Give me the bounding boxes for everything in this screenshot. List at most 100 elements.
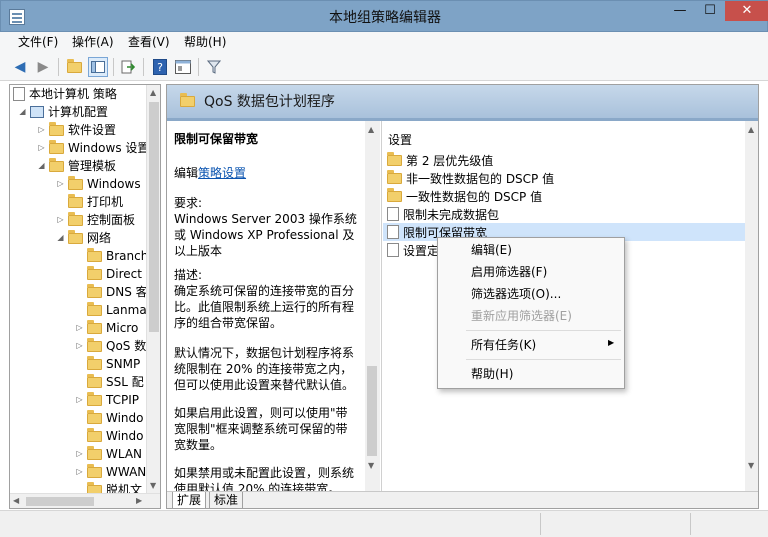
menu-item-filter-options[interactable]: 筛选器选项(O)... [471, 286, 561, 302]
folder-icon [87, 409, 102, 424]
list-item-folder[interactable]: 非一致性数据包的 DSCP 值 [383, 169, 758, 187]
list-item-setting[interactable]: 限制未完成数据包 [383, 205, 758, 223]
folder-icon [387, 151, 402, 166]
list-scrollbar[interactable]: ▲ ▼ [745, 121, 758, 491]
up-folder-icon[interactable] [64, 57, 84, 77]
list-item-folder[interactable]: 一致性数据包的 DSCP 值 [383, 187, 758, 205]
collapsed-arrow-icon[interactable]: ▷ [75, 391, 84, 409]
scroll-up-arrow-icon[interactable]: ▲ [150, 88, 156, 97]
tree-item-computer-config[interactable]: ◢ 计算机配置 [18, 103, 108, 121]
minimize-button[interactable]: — [665, 1, 695, 21]
tree-item-network-child[interactable]: Windo [87, 427, 144, 445]
collapsed-arrow-icon[interactable]: ▷ [75, 337, 84, 355]
scroll-down-arrow-icon[interactable]: ▼ [748, 461, 754, 470]
close-button[interactable]: ✕ [725, 1, 768, 21]
forward-arrow-icon[interactable]: ▶ [33, 57, 53, 77]
collapsed-arrow-icon[interactable]: ▷ [56, 211, 65, 229]
tree-item-printers[interactable]: 打印机 [68, 193, 123, 211]
collapsed-arrow-icon[interactable]: ▷ [75, 463, 84, 481]
tree-item-network-child[interactable]: Windo [87, 409, 144, 427]
tree-item-software-settings[interactable]: ▷ 软件设置 [37, 121, 116, 139]
scroll-up-arrow-icon[interactable]: ▲ [748, 125, 754, 134]
tree-item-network-child[interactable]: Branch [87, 247, 148, 265]
tree-item-control-panel[interactable]: ▷ 控制面板 [56, 211, 135, 229]
folder-icon [87, 445, 102, 460]
tree-item-network-child[interactable]: ▷ Micro [75, 319, 138, 337]
title-bar: 本地组策略编辑器 — ☐ ✕ [0, 0, 768, 32]
tree-item-admin-templates[interactable]: ◢ 管理模板 [37, 157, 116, 175]
menu-item-all-tasks[interactable]: 所有任务(K) [471, 337, 536, 353]
tree-item-network-child[interactable]: SNMP [87, 355, 140, 373]
tree-item-network-child[interactable]: ▷ TCPIP [75, 391, 139, 409]
scroll-up-arrow-icon[interactable]: ▲ [368, 125, 374, 134]
description-paragraph: 默认情况下，数据包计划程序将系统限制在 20% 的连接带宽之内，但可以使用此设置… [174, 346, 355, 392]
description-scrollbar[interactable]: ▲ ▼ [365, 121, 380, 491]
collapsed-arrow-icon[interactable]: ▷ [75, 319, 84, 337]
scroll-thumb[interactable] [149, 102, 159, 332]
tree-item-local-policy[interactable]: 本地计算机 策略 [13, 85, 117, 103]
back-arrow-icon[interactable]: ◀ [10, 57, 30, 77]
scroll-right-arrow-icon[interactable]: ▶ [136, 496, 142, 505]
show-tree-icon[interactable] [88, 57, 108, 77]
folder-icon [87, 301, 102, 316]
folder-icon [87, 283, 102, 298]
menu-file[interactable]: 文件(F) [18, 34, 58, 50]
scroll-down-arrow-icon[interactable]: ▼ [150, 481, 156, 490]
folder-icon [387, 169, 402, 184]
tree-item-network-child[interactable]: Direct [87, 265, 142, 283]
scroll-thumb[interactable] [26, 497, 94, 506]
scroll-down-arrow-icon[interactable]: ▼ [368, 461, 374, 470]
scroll-thumb[interactable] [367, 366, 377, 456]
collapsed-arrow-icon[interactable]: ▷ [75, 445, 84, 463]
expanded-arrow-icon[interactable]: ◢ [37, 157, 46, 175]
navigation-tree: 本地计算机 策略 ◢ 计算机配置 ▷ 软件设置 ▷ Windows 设置 ◢ 管理模板 … [9, 84, 161, 509]
menu-help[interactable]: 帮助(H) [184, 34, 226, 50]
edit-policy-link[interactable]: 策略设置 [198, 166, 246, 180]
tree-item-network[interactable]: ◢ 网络 [56, 229, 111, 247]
tree-item-qos[interactable]: ▷ QoS 数 [75, 337, 146, 355]
folder-icon [387, 187, 402, 202]
collapsed-arrow-icon[interactable]: ▷ [37, 121, 46, 139]
svg-text:?: ? [157, 61, 163, 74]
requirements-label: 要求: [174, 196, 203, 210]
help-icon[interactable]: ? [150, 57, 170, 77]
tree-horizontal-scrollbar[interactable]: ◀ ▶ [10, 493, 160, 508]
tree-item-network-child[interactable]: Lanma [87, 301, 147, 319]
folder-icon [87, 355, 102, 370]
menu-item-enable-filter[interactable]: 启用筛选器(F) [471, 264, 547, 280]
export-list-icon[interactable] [118, 57, 138, 77]
collapsed-arrow-icon[interactable]: ▷ [56, 175, 65, 193]
menu-item-edit[interactable]: 编辑(E) [471, 242, 512, 258]
policy-icon [13, 87, 25, 101]
collapsed-arrow-icon[interactable]: ▷ [37, 139, 46, 157]
folder-icon [87, 391, 102, 406]
tree-item-network-child[interactable]: SSL 配 [87, 373, 144, 391]
folder-icon [49, 157, 64, 172]
tab-standard[interactable]: 标准 [209, 492, 244, 508]
tree-vertical-scrollbar[interactable]: ▲ ▼ [146, 85, 160, 493]
filter-icon[interactable] [204, 57, 224, 77]
view-tabs: 扩展 标准 [167, 491, 758, 508]
tab-expanded[interactable]: 扩展 [172, 492, 207, 508]
tree-item-network-child[interactable]: ▷ WLAN [75, 445, 142, 463]
list-item-folder[interactable]: 第 2 层优先级值 [383, 151, 758, 169]
menu-item-help[interactable]: 帮助(H) [471, 366, 513, 382]
tree-item-network-child[interactable]: DNS 客 [87, 283, 148, 301]
menu-action[interactable]: 操作(A) [72, 34, 114, 50]
scroll-left-arrow-icon[interactable]: ◀ [13, 496, 19, 505]
toolbar: ◀ ▶ ? [0, 52, 768, 81]
folder-icon [68, 211, 83, 226]
expanded-arrow-icon[interactable]: ◢ [18, 103, 27, 121]
edit-policy-line: 编辑策略设置 [174, 166, 247, 180]
tree-item-windows-settings[interactable]: ▷ Windows 设置 [37, 139, 149, 157]
maximize-button[interactable]: ☐ [695, 1, 725, 21]
properties-icon[interactable] [173, 57, 193, 77]
expanded-arrow-icon[interactable]: ◢ [56, 229, 65, 247]
tree-item-network-child[interactable]: ▷ WWAN [75, 463, 146, 481]
context-menu: 编辑(E) 启用筛选器(F) 筛选器选项(O)... 重新应用筛选器(E) 所有… [437, 237, 625, 389]
column-header-setting[interactable]: 设置 [388, 131, 412, 148]
tree-item-windows-components[interactable]: ▷ Windows [56, 175, 141, 193]
folder-icon [87, 337, 102, 352]
computer-icon [30, 106, 44, 118]
menu-view[interactable]: 查看(V) [128, 34, 170, 50]
